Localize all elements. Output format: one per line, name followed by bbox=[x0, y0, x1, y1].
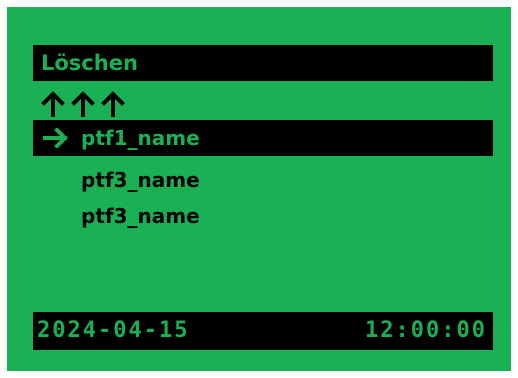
list-item-label: ptf3_name bbox=[81, 204, 200, 228]
status-time: 12:00:00 bbox=[365, 318, 487, 343]
list-item-label: ptf1_name bbox=[81, 126, 200, 150]
up-arrow-icon bbox=[101, 91, 125, 117]
up-arrows-icon bbox=[41, 91, 125, 117]
device-screen: Löschen ptf1_name ptf3_name ptf3_name 20… bbox=[7, 7, 511, 371]
list-item-1[interactable]: ptf1_name bbox=[33, 120, 493, 156]
list-item-2[interactable]: ptf3_name bbox=[33, 162, 493, 198]
title-bar: Löschen bbox=[33, 45, 493, 81]
up-arrow-icon bbox=[71, 91, 95, 117]
list-item-label: ptf3_name bbox=[81, 168, 200, 192]
status-date: 2024-04-15 bbox=[37, 318, 190, 343]
navigate-up-button[interactable] bbox=[41, 89, 161, 117]
list-item-3[interactable]: ptf3_name bbox=[33, 198, 493, 234]
up-arrow-icon bbox=[41, 91, 65, 117]
page-title: Löschen bbox=[41, 51, 138, 75]
status-bar: 2024-04-15 12:00:00 bbox=[33, 312, 493, 350]
right-arrow-icon bbox=[43, 128, 68, 148]
